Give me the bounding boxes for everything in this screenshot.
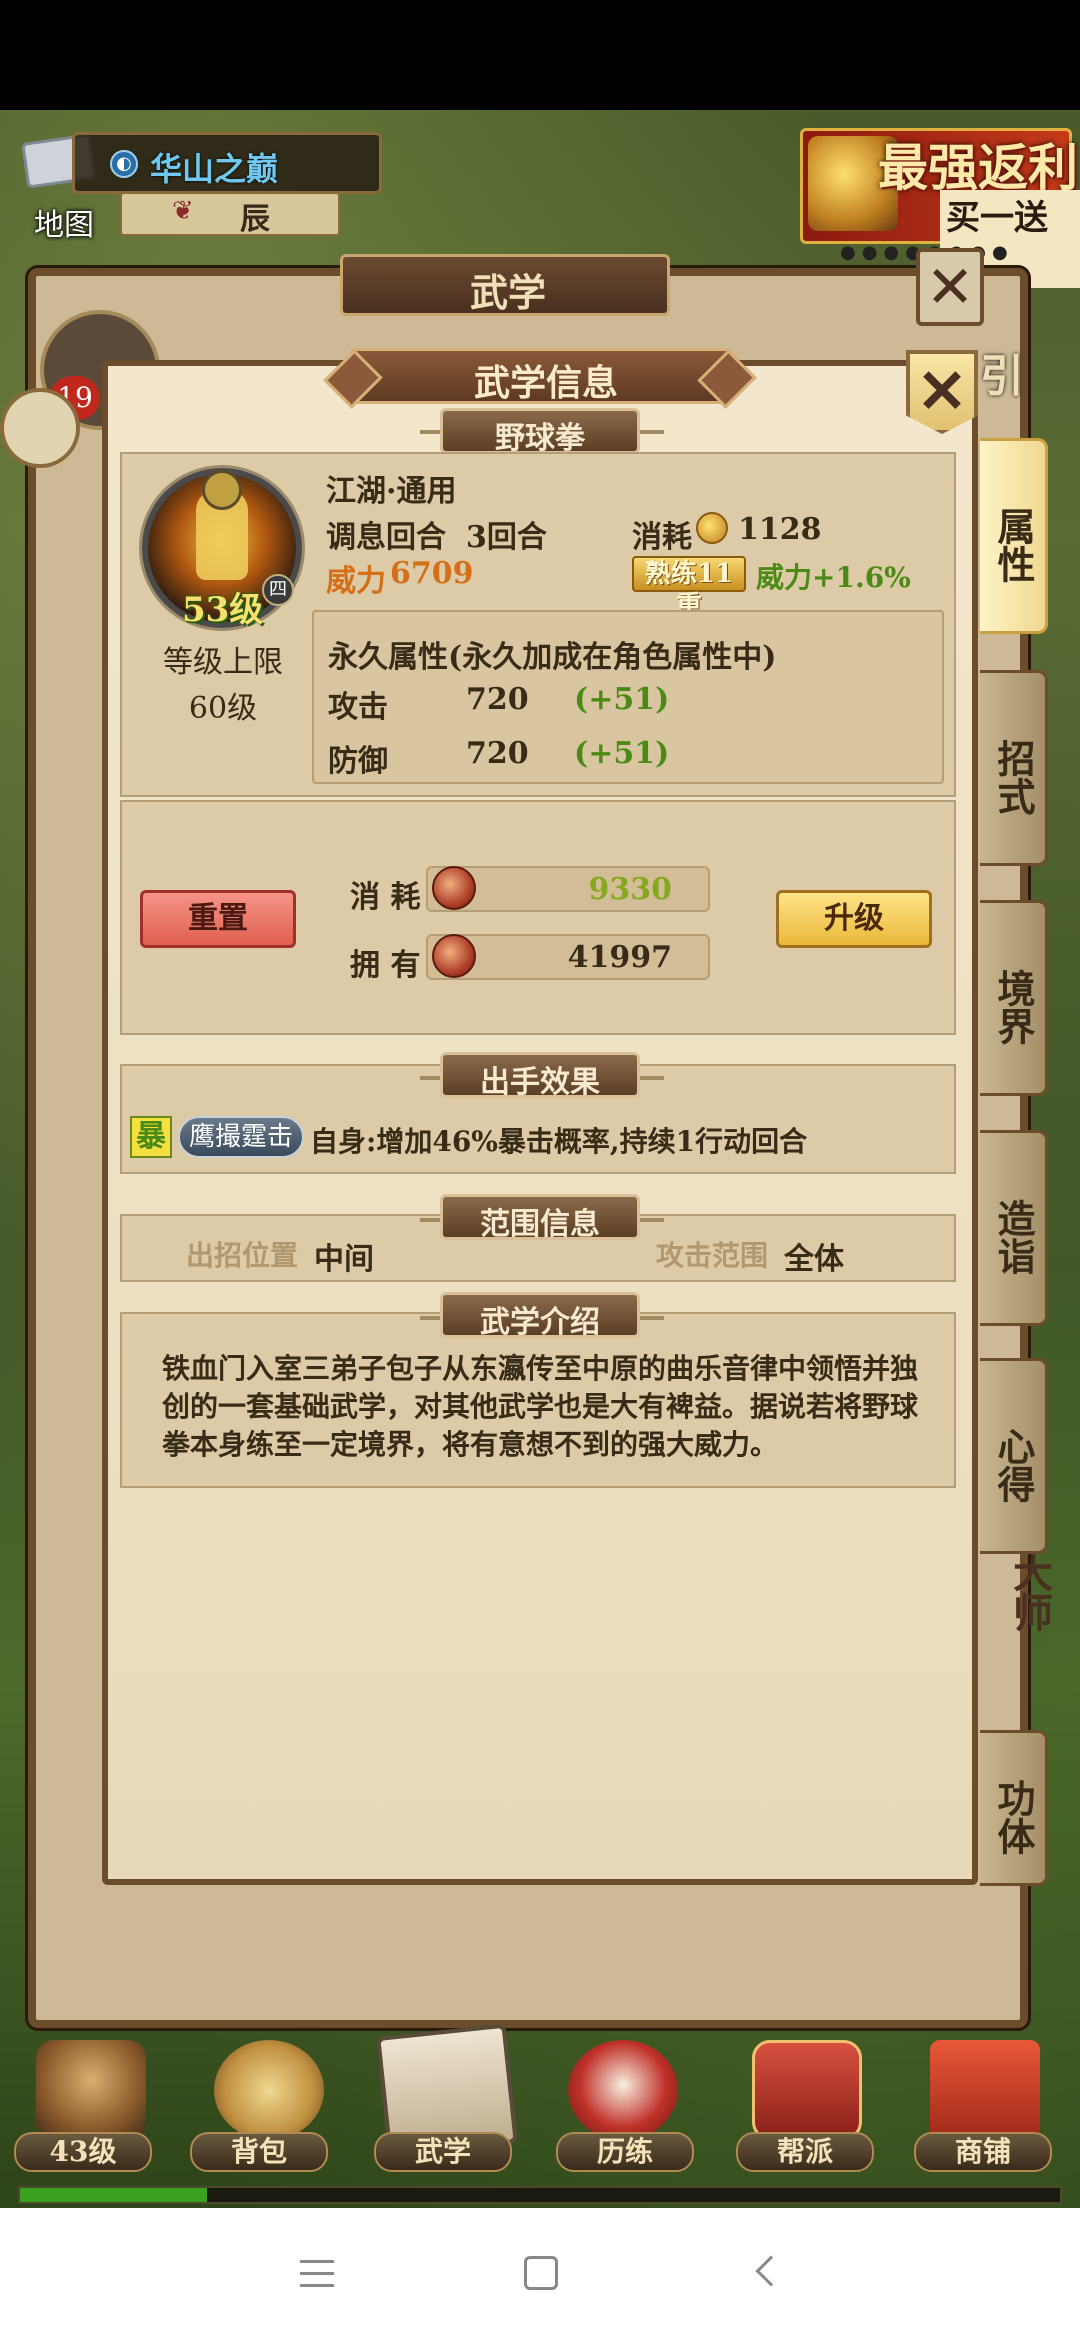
shop-icon[interactable] (930, 2040, 1040, 2140)
skill-level: 53级 (182, 590, 264, 630)
menu-icon[interactable] (300, 2260, 334, 2288)
effect-text: 自身:增加46%暴击概率,持续1行动回合 (310, 1125, 808, 1158)
proficiency-badge: 熟练11重 (632, 556, 746, 621)
skill-category: 江湖·通用 (326, 474, 457, 509)
martial-token-icon (432, 866, 476, 910)
cost-label: 消耗 (632, 520, 692, 555)
tab-body-art[interactable]: 功体 (980, 1730, 1048, 1886)
upgrade-cost-value: 9330 (588, 872, 673, 907)
cooldown-label: 调息回合 (326, 520, 446, 555)
attr-name-attack: 攻击 (328, 690, 388, 725)
home-icon[interactable] (524, 2256, 558, 2290)
side-label-yin: 引 (980, 351, 1024, 402)
reset-button[interactable]: 重置 (140, 890, 296, 948)
owned-value: 41997 (567, 940, 672, 975)
nav-bag[interactable]: 背包 (190, 2132, 328, 2172)
map-label: 地图 (34, 208, 94, 243)
nav-level[interactable]: 43级 (14, 2132, 152, 2172)
guild-flag-icon[interactable] (752, 2040, 862, 2140)
close-icon[interactable]: ✕ (916, 248, 984, 326)
cooldown-value: 3回合 (466, 520, 547, 555)
location-icon: ◐ (110, 150, 138, 178)
nav-guild[interactable]: 帮派 (736, 2132, 874, 2172)
tab-moves[interactable]: 招式 (980, 670, 1048, 866)
xp-bar-fill (20, 2188, 207, 2202)
range-label: 攻击范围 (656, 1239, 769, 1272)
coin-icon (696, 512, 728, 544)
power-value: 6709 (390, 556, 474, 591)
drum-icon[interactable] (568, 2040, 678, 2140)
nav-shop[interactable]: 商铺 (914, 2132, 1052, 2172)
attr-value-attack: 720 (466, 682, 529, 717)
upgrade-cost-label: 消 耗 (350, 880, 421, 915)
owned-label: 拥 有 (350, 948, 421, 983)
attr-bonus-attack: (+51) (574, 682, 670, 717)
intro-text: 铁血门入室三弟子包子从东瀛传至中原的曲乐音律中领悟并独创的一套基础武学，对其他武… (162, 1352, 919, 1461)
martial-panel-title: 武学 (470, 270, 547, 315)
skill-name: 野球拳 (495, 421, 585, 456)
hero-avatar-icon[interactable] (36, 2040, 146, 2140)
time-label: 辰 (240, 202, 270, 237)
time-icon: ❦ (172, 196, 194, 226)
level-cap-value: 60级 (188, 691, 258, 726)
attr-name-defense: 防御 (328, 744, 388, 779)
permanent-title: 永久属性(永久加成在角色属性中) (328, 640, 777, 675)
skill-type-badge-icon (202, 470, 242, 510)
intro-title: 武学介绍 (480, 1305, 600, 1340)
attr-bonus-defense: (+51) (574, 736, 670, 771)
tab-realm[interactable]: 境界 (980, 900, 1048, 1096)
upgrade-button[interactable]: 升级 (776, 890, 932, 948)
nav-training[interactable]: 历练 (556, 2132, 694, 2172)
skill-tier-badge: 四 (262, 574, 294, 606)
effect-title: 出手效果 (480, 1065, 600, 1100)
tab-attainment[interactable]: 造诣 (980, 1130, 1048, 1326)
position-value: 中间 (314, 1242, 374, 1277)
chat-icon[interactable] (0, 388, 80, 468)
effect-name-pill[interactable]: 鹰撮霆击 (178, 1116, 304, 1158)
tab-attributes[interactable]: 属性 (980, 438, 1048, 634)
tab-insight[interactable]: 心得 (980, 1358, 1048, 1554)
dialog-title: 武学信息 (474, 362, 619, 404)
power-bonus: 威力+1.6% (756, 561, 911, 594)
status-bar (0, 0, 1080, 110)
range-title: 范围信息 (480, 1207, 600, 1242)
side-label-master: 大师 (1006, 1552, 1053, 1632)
cost-value: 1128 (738, 512, 822, 547)
bag-icon[interactable] (214, 2040, 324, 2140)
attr-value-defense: 720 (466, 736, 529, 771)
level-cap: 等级上限 60级 (140, 640, 306, 732)
position-label: 出招位置 (186, 1239, 299, 1272)
crit-tag: 暴 (130, 1116, 172, 1158)
martial-token-icon (432, 934, 476, 978)
level-cap-label: 等级上限 (163, 645, 283, 680)
nav-martial[interactable]: 武学 (374, 2132, 512, 2172)
power-label: 威力 (326, 564, 386, 599)
time-box (120, 192, 340, 236)
range-value: 全体 (784, 1242, 844, 1277)
location-name: 华山之巅 (150, 150, 279, 188)
